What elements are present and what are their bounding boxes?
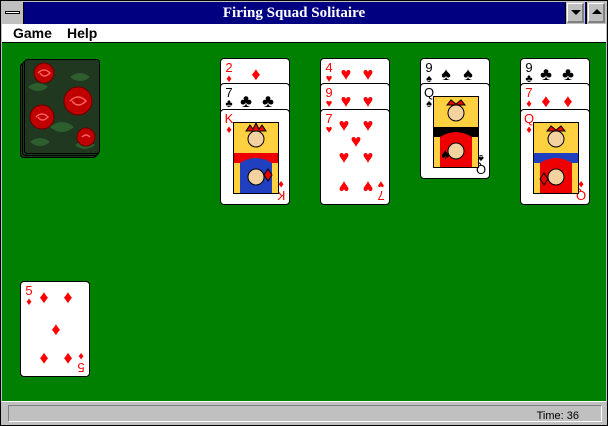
menu-game-label: Game [13, 25, 52, 41]
diamond-pip-icon: ♦ [251, 64, 261, 84]
maximize-icon [592, 9, 602, 14]
svg-text:♠: ♠ [440, 148, 451, 162]
heart-pip-icon: ♥ [338, 147, 350, 167]
status-panel: Time: 36 [8, 405, 602, 422]
club-pip-icon: ♣ [262, 91, 274, 111]
diamond-pip-icon: ♦ [563, 91, 573, 111]
card-q-spades[interactable]: Q ♠ Q ♠ ♠ [420, 83, 490, 179]
menu-bar: Game Help [2, 24, 606, 43]
minimize-button[interactable] [565, 2, 585, 24]
menu-help-label: Help [67, 25, 98, 41]
card-index: 9 ♥ [325, 85, 333, 110]
diamond-pip-icon: ♦ [63, 349, 73, 369]
diamond-pip-icon: ♦ [39, 287, 49, 307]
card-index: 9 ♣ [525, 60, 533, 85]
card-table: 2 ♦ ♦ 7 ♣ ♣ ♣ K ♦ K ♦ 4 ♥ ♥ ♥ 9 ♥ ♥ ♥ 7 … [2, 43, 606, 401]
spade-pip-icon: ♠ [441, 64, 451, 84]
window-title: Firing Squad Solitaire [222, 5, 366, 21]
card-q-diamonds[interactable]: Q ♦ Q ♦ [520, 109, 590, 205]
solitaire-window: Firing Squad Solitaire Game Help 2 ♦ ♦ 7… [0, 0, 608, 426]
king-diamonds-face-icon [233, 121, 279, 194]
card-index: 5 ♦ [25, 283, 33, 308]
heart-pip-icon: ♥ [362, 64, 374, 84]
heart-pip-icon: ♥ [362, 91, 374, 111]
status-bar: Time: 36 [2, 401, 606, 425]
deck-pile[interactable] [20, 57, 100, 159]
menu-game[interactable]: Game [13, 25, 52, 41]
diamond-pip-icon: ♦ [39, 349, 49, 369]
card-5-diamonds[interactable]: 5 ♦ 5 ♦ ♦ ♦ ♦ ♦ ♦ [20, 281, 90, 377]
club-pip-icon: ♣ [540, 64, 552, 84]
card-index: 2 ♦ [225, 60, 233, 85]
heart-pip-icon: ♥ [338, 177, 350, 197]
diamond-pip-icon: ♦ [541, 91, 551, 111]
card-index: 4 ♥ [325, 60, 333, 85]
minimize-icon [571, 10, 581, 15]
club-pip-icon: ♣ [562, 64, 574, 84]
club-pip-icon: ♣ [240, 91, 252, 111]
queen-diamonds-face-icon [533, 122, 579, 194]
title-bar[interactable]: Firing Squad Solitaire [2, 2, 606, 24]
card-k-diamonds[interactable]: K ♦ K ♦ [220, 109, 290, 205]
card-7-hearts[interactable]: 7 ♥ 7 ♥ ♥ ♥ ♥ ♥ ♥ ♥ ♥ [320, 109, 390, 205]
menu-help[interactable]: Help [67, 25, 97, 41]
diamond-pip-icon: ♦ [63, 287, 73, 307]
heart-pip-icon: ♥ [340, 64, 352, 84]
queen-spades-face-icon: ♠ [433, 96, 479, 168]
system-menu-icon [5, 11, 20, 14]
maximize-button[interactable] [586, 2, 606, 24]
heart-pip-icon: ♥ [340, 91, 352, 111]
card-index: 9 ♠ [425, 60, 433, 85]
card-index: 7 ♦ [525, 85, 533, 110]
heart-pip-icon: ♥ [362, 177, 374, 197]
card-index: 7 ♣ [225, 85, 233, 110]
system-menu-button[interactable] [2, 2, 24, 24]
card-index: 7 ♥ [325, 111, 333, 136]
rose-card-back-icon [20, 59, 100, 158]
spade-pip-icon: ♠ [463, 64, 473, 84]
diamond-pip-icon: ♦ [51, 319, 61, 339]
time-readout: Time: 36 [536, 410, 579, 422]
heart-pip-icon: ♥ [362, 147, 374, 167]
